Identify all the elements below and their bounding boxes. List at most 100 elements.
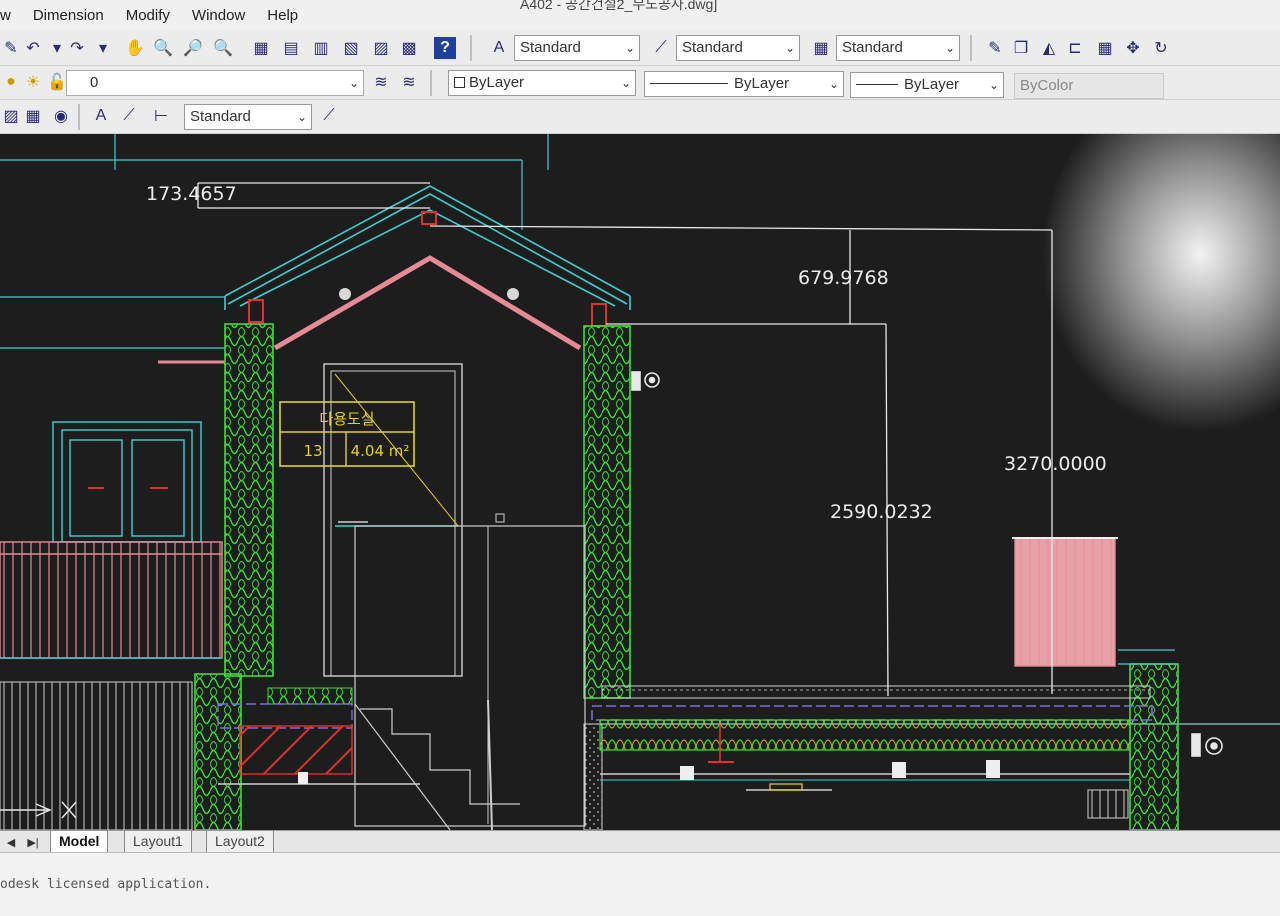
calculator-icon[interactable]: ▩ [398,37,420,59]
layer-previous-icon[interactable]: ≋ [398,71,420,93]
rotate-icon[interactable]: ↻ [1150,37,1172,59]
layout-tabs: ◀ ▶| Model Layout1 Layout2 [0,830,1280,853]
autocad-window: w Dimension Modify Window Help A402 - 공간… [0,0,1280,916]
design-center-icon[interactable]: ▤ [280,37,302,59]
pan-icon[interactable]: ✋ [124,37,146,59]
chevron-down-icon: ⌄ [620,76,631,90]
tab-scroll-left-icon[interactable]: ◀ [0,831,22,853]
menu-help[interactable]: Help [267,7,298,24]
zoom-previous-icon[interactable]: 🔍 [212,37,234,59]
tab-layout2[interactable]: Layout2 [206,831,274,853]
hatch-icon[interactable]: ▨ [0,105,22,127]
undo-dropdown-icon[interactable]: ▾ [46,37,68,59]
tab-scroll-last-icon[interactable]: ▶| [22,831,44,853]
toolbar-separator [78,104,80,130]
dimension-text-2590: 2590.0232 [830,501,933,523]
layer-select[interactable]: 0 ⌄ [66,70,364,96]
drawing-canvas[interactable]: 173.4657 679.9768 3270.0000 2590.0232 다용… [0,134,1280,830]
dimension-style-icon[interactable]: ⟋ [650,37,672,59]
color-swatch [454,77,465,88]
gradient-icon[interactable]: ▦ [22,105,44,127]
lineweight-value: ByLayer [904,76,960,93]
command-line[interactable]: odesk licensed application. [0,852,1280,916]
color-select[interactable]: ByLayer ⌄ [448,70,636,96]
plot-style-value: ByColor [1020,77,1074,94]
dimension-style-value: Standard [682,39,743,56]
room-name: 다용도실 [319,410,374,428]
lineweight-select[interactable]: ByLayer ⌄ [850,72,1004,98]
dimension-style-select[interactable]: Standard ⌄ [676,35,800,61]
boundary-icon[interactable]: ◉ [50,105,72,127]
mirror-icon[interactable]: ◭ [1038,37,1060,59]
tab-model[interactable]: Model [50,831,109,853]
chevron-down-icon: ⌄ [784,41,795,55]
annotation-toolbar: ▨ ▦ ◉ A ⟋ ⊢ Standard ⌄ ⟋ [0,100,1280,134]
help-icon[interactable]: ? [434,37,456,59]
plot-style-select[interactable]: ByColor [1014,73,1164,99]
layers-toolbar: ● ☀ 🔓 0 ⌄ ≋ ≋ ByLayer ⌄ ByLayer ⌄ ByLayer ⌄ … [0,66,1280,100]
left-floor-slab [217,687,420,785]
table-style-value: Standard [842,39,903,56]
mtext-icon[interactable]: A [90,105,112,127]
redo-dropdown-icon[interactable]: ▾ [92,37,114,59]
chevron-down-icon: ⌄ [944,41,955,55]
tab-layout1[interactable]: Layout1 [124,831,192,853]
tool-palettes-icon[interactable]: ▥ [310,37,332,59]
markup-icon[interactable]: ▨ [370,37,392,59]
multileader-style-value: Standard [190,108,251,125]
chevron-down-icon: ⌄ [828,77,839,91]
color-value: ByLayer [469,74,525,91]
linetype-select[interactable]: ByLayer ⌄ [644,71,844,97]
linetype-sample [650,83,728,84]
right-roof-deck [591,685,1153,819]
text-style-select[interactable]: Standard ⌄ [514,35,640,61]
sheet-set-icon[interactable]: ▧ [340,37,362,59]
dimension-text-679: 679.9768 [798,267,889,289]
chevron-down-icon: ⌄ [624,41,635,55]
array-icon[interactable]: ▦ [1094,37,1116,59]
command-history-text: odesk licensed application. [0,877,212,892]
redo-icon[interactable]: ↷ [66,37,88,59]
text-style-icon[interactable]: A [488,37,510,59]
lineweight-sample [856,84,898,85]
menu-window[interactable]: Window [192,7,245,24]
menu-modify[interactable]: Modify [126,7,170,24]
table-style-select[interactable]: Standard ⌄ [836,35,960,61]
chevron-down-icon: ⌄ [348,76,359,90]
room-tag[interactable]: 다용도실 13 4.04 m² [279,401,415,467]
dimension-text-173: 173.4657 [146,183,237,205]
zoom-window-icon[interactable]: 🔎 [182,37,204,59]
layer-value: 0 [90,74,99,91]
toolbar-separator [970,35,972,61]
copy-icon[interactable]: ❐ [1010,37,1032,59]
layer-lock-icon[interactable]: 🔓 [46,71,68,93]
room-area: 4.04 m² [351,442,410,460]
outdoor-unit [1012,537,1175,667]
move-icon[interactable]: ✥ [1122,37,1144,59]
match-properties-icon[interactable]: ✎ [0,37,22,59]
linetype-value: ByLayer [734,75,790,92]
menu-dimension[interactable]: Dimension [33,7,104,24]
make-object-layer-current-icon[interactable]: ≋ [370,71,392,93]
door-elevation [323,363,586,830]
window-elevation [52,421,202,543]
standard-toolbar: ✎ ↶ ▾ ↷ ▾ ✋ 🔍 🔎 🔍 ▦ ▤ ▥ ▧ ▨ ▩ ? A Standa… [0,30,1280,66]
multileader-style-select[interactable]: Standard ⌄ [184,104,312,130]
multileader-icon[interactable]: ⟋ [318,105,340,127]
table-style-icon[interactable]: ▦ [810,37,832,59]
text-style-value: Standard [520,39,581,56]
offset-icon[interactable]: ⊏ [1064,37,1086,59]
toolbar-separator [470,35,472,61]
toolbar-separator [430,70,432,96]
leader-icon[interactable]: ⟋ [118,105,140,127]
layer-freeze-icon[interactable]: ☀ [22,71,44,93]
layer-on-icon[interactable]: ● [0,71,22,93]
room-number: 13 [303,442,322,460]
chevron-down-icon: ⌄ [296,110,307,124]
erase-icon[interactable]: ✎ [984,37,1006,59]
properties-icon[interactable]: ▦ [250,37,272,59]
zoom-realtime-icon[interactable]: 🔍 [152,37,174,59]
undo-icon[interactable]: ↶ [22,37,44,59]
menu-view[interactable]: w [0,7,11,24]
dimension-linear-icon[interactable]: ⊢ [150,105,172,127]
